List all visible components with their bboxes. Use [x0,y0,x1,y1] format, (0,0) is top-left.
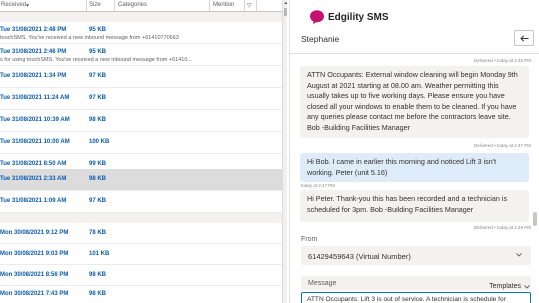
incoming-message: Hi Peter. Thank-you this has been record… [300,190,529,222]
sms-addin-pane: Edgility SMS Stephanie Delivered • today… [289,0,539,303]
column-received[interactable]: Received [1,2,26,8]
column-size[interactable]: Size [89,2,101,8]
mail-size: 78 KB [89,230,107,236]
mail-size: 95 KB [89,27,107,33]
message-time: today at 2:47 PM [301,183,336,188]
mail-date: Tue 31/08/2021 2:46 PM [0,49,67,55]
message-input[interactable]: ATTN Occupants: Lift 3 is out of service… [301,292,531,303]
message-status: Delivered • today at 2:49 PM [473,225,531,230]
mail-list-header: Received ▼ Size Categories Mention ▽ [0,0,287,12]
message-label: Message [308,280,337,287]
mail-size: 98 KB [89,291,107,297]
mail-date: Mon 30/08/2021 7:43 PM [0,291,69,297]
mail-size: 98 KB [89,117,107,123]
mail-date: Tue 31/08/2021 1:09 AM [0,198,67,204]
mail-size: 99 KB [89,161,107,167]
mail-date: Tue 31/08/2021 11:24 AM [0,95,70,101]
mail-row[interactable]: Tue 31/08/2021 2:48 PM 95 KB touchSMS. Y… [0,22,287,44]
mail-size: 100 KB [89,139,110,145]
mail-date: Mon 30/08/2021 9:03 PM [0,251,69,257]
sort-desc-icon[interactable]: ▼ [25,3,30,9]
mail-row[interactable]: Tue 31/08/2021 1:34 PM 97 KB [0,66,287,88]
mail-size: 98 KB [89,272,107,278]
mail-row[interactable]: Tue 31/08/2021 2:46 PM 95 KB s for using… [0,44,287,66]
from-value: 61429459643 (Virtual Number) [308,252,411,261]
mail-date: Tue 31/08/2021 2:33 AM [0,176,67,182]
header-divider [290,53,539,54]
incoming-message: ATTN Occupants: External window cleaning… [300,66,529,138]
mail-date: Mon 30/08/2021 8:56 PM [0,272,69,278]
from-dropdown[interactable]: 61429459643 (Virtual Number) [301,246,531,265]
message-status: Delivered • today at 2:47 PM [473,143,531,148]
mail-row[interactable]: Mon 30/08/2021 9:03 PM 101 KB [0,244,287,265]
mail-size: 97 KB [89,73,107,79]
mail-preview: s for using touchSMS. You've received a … [0,57,192,63]
mail-row[interactable]: Mon 30/08/2021 9:12 PM 78 KB [0,223,287,244]
mail-size: 101 KB [89,251,110,257]
mail-row[interactable]: Mon 30/08/2021 7:43 PM 98 KB [0,286,287,303]
mail-row[interactable]: Tue 31/08/2021 10:39 AM 98 KB [0,110,287,132]
mail-list-pane: Received ▼ Size Categories Mention ▽ Tue… [0,0,287,303]
mail-row-selected[interactable]: Tue 31/08/2021 2:33 AM 98 KB [0,169,287,191]
mail-date: Tue 31/08/2021 10:39 AM [0,117,70,123]
mail-row[interactable]: Tue 31/08/2021 11:24 AM 97 KB [0,88,287,110]
mail-row[interactable]: Mon 30/08/2021 8:56 PM 98 KB [0,265,287,286]
from-label: From [301,236,318,243]
mail-size: 95 KB [89,49,107,55]
group-header-band [0,213,287,223]
column-mention[interactable]: Mention [213,2,234,8]
mail-date: Tue 31/08/2021 8:50 AM [0,161,67,167]
mail-date: Tue 31/08/2021 10:00 AM [0,139,70,145]
mail-row[interactable]: Tue 31/08/2021 1:09 AM 97 KB [0,191,287,213]
chevron-down-icon[interactable] [524,285,530,289]
outgoing-message: Hi Bob. I came in earlier this morning a… [300,153,529,182]
app-title: Edgility SMS [328,12,389,23]
group-header-band [0,12,287,22]
mail-list-scrollbar[interactable] [282,0,287,303]
mail-date: Tue 31/08/2021 2:48 PM [0,27,67,33]
message-input-text: ATTN Occupants: Lift 3 is out of service… [307,296,506,303]
mail-row[interactable]: Tue 31/08/2021 10:00 AM 100 KB [0,132,287,154]
flag-filter-icon[interactable]: ▽ [247,2,252,9]
mail-date: Mon 30/08/2021 9:12 PM [0,230,69,236]
back-button[interactable] [514,30,534,46]
mail-size: 98 KB [89,176,107,182]
message-status: Delivered • today at 2:45 PM [473,58,531,63]
mail-size: 97 KB [89,198,107,204]
chevron-down-icon [516,253,522,257]
scrollbar-thumb[interactable] [284,8,287,16]
templates-button[interactable]: Templates [489,283,521,290]
contact-name: Stephanie [301,34,340,44]
mail-date: Tue 31/08/2021 1:34 PM [0,73,67,79]
arrow-left-icon [520,35,529,42]
mail-preview: touchSMS. You've received a new inbound … [0,35,179,41]
scroll-up-icon[interactable] [283,0,287,6]
mail-size: 97 KB [89,95,107,101]
edgility-logo-icon [310,10,324,24]
column-categories[interactable]: Categories [118,2,147,8]
conversation-scrollbar[interactable] [533,212,537,226]
